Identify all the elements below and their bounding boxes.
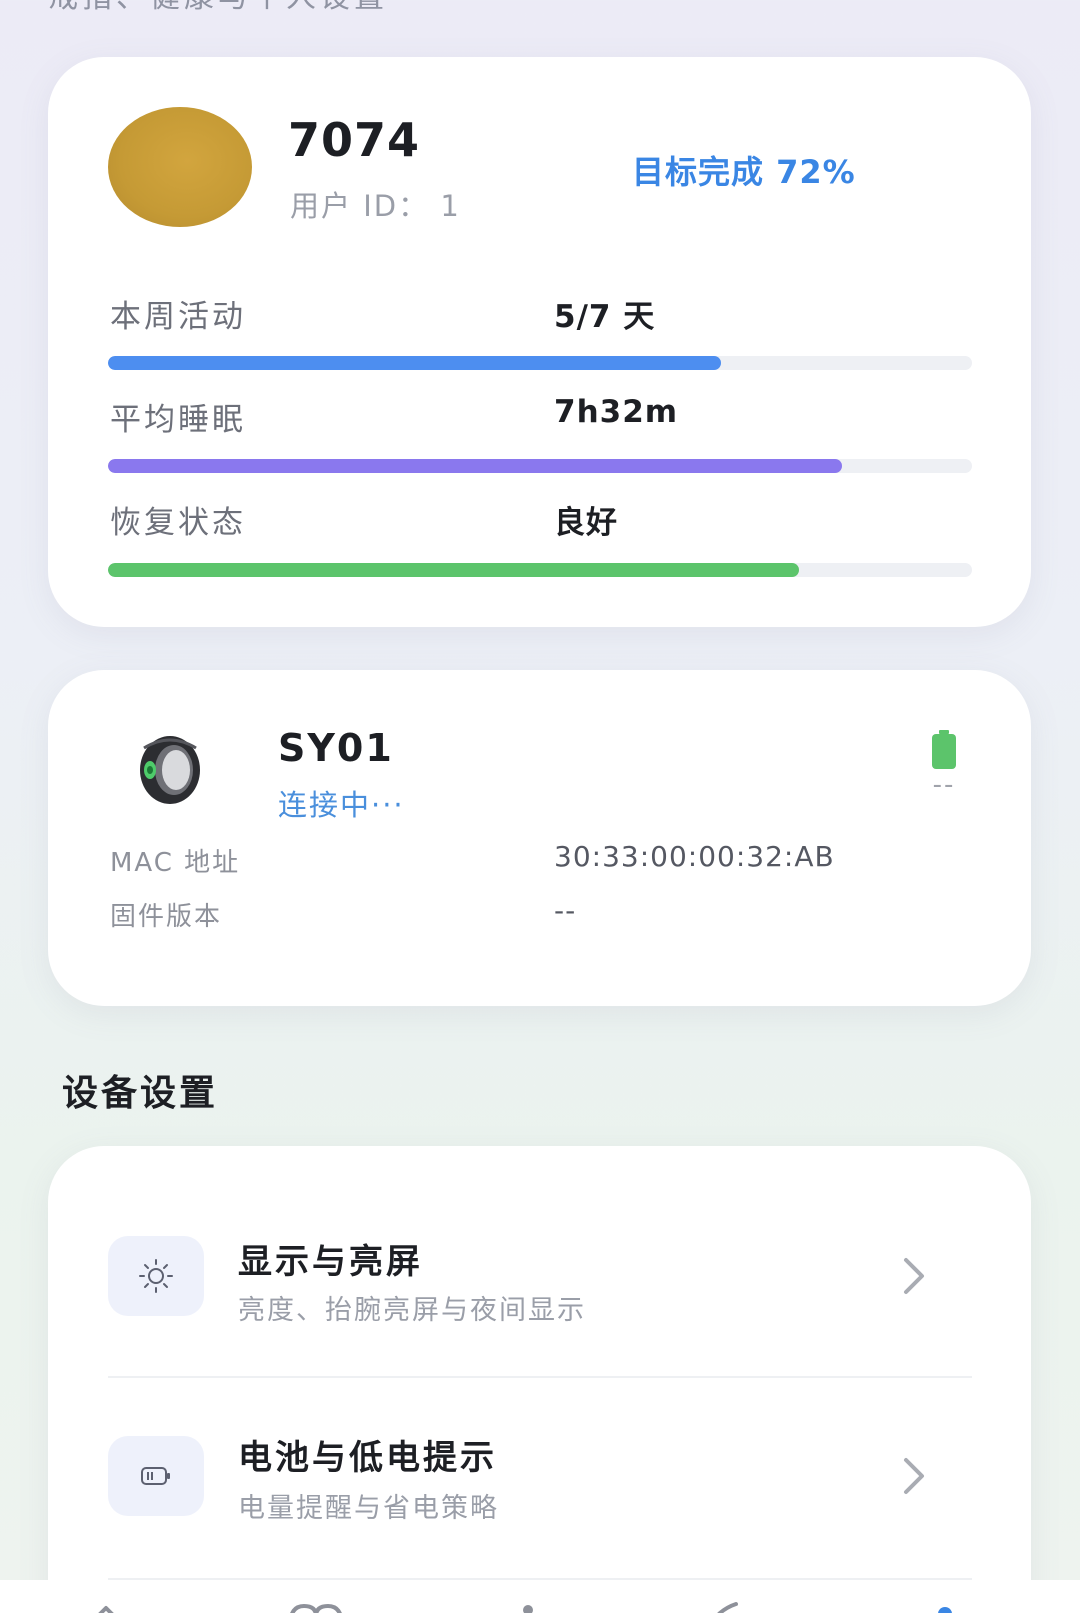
chevron-right-icon: [904, 1258, 924, 1294]
sleep-progress-fill: [108, 459, 843, 473]
recovery-progress-bar: [108, 563, 972, 577]
device-card[interactable]: SY01 连接中··· -- MAC 地址 30:33:00:00:32:AB …: [48, 670, 1031, 1006]
ring-icon: [140, 736, 200, 804]
setting-desc-display: 亮度、抬腕亮屏与夜间显示: [238, 1295, 586, 1326]
setting-title-battery: 电池与低电提示: [238, 1438, 497, 1478]
stat-value-recovery: 良好: [554, 505, 618, 541]
setting-desc-battery: 电量提醒与省电策略: [238, 1493, 499, 1524]
avatar[interactable]: [108, 107, 252, 227]
firmware-version-value: --: [554, 894, 577, 927]
stat-label-recovery: 恢复状态: [110, 505, 246, 541]
activity-icon[interactable]: [518, 1600, 538, 1613]
setting-row-battery[interactable]: 电池与低电提示 电量提醒与省电策略: [48, 1378, 1031, 1578]
stat-label-sleep: 平均睡眠: [110, 402, 246, 438]
home-icon[interactable]: [86, 1600, 126, 1613]
stat-label-activity: 本周活动: [110, 299, 246, 335]
profile-icon[interactable]: [930, 1600, 960, 1613]
recovery-progress-fill: [108, 563, 800, 577]
username: 7074: [288, 113, 421, 167]
chevron-right-icon: [904, 1458, 924, 1494]
firmware-version-label: 固件版本: [110, 902, 223, 932]
activity-progress-bar: [108, 356, 972, 370]
sleep-progress-bar: [108, 459, 972, 473]
bottom-tab-bar: [0, 1580, 1080, 1613]
activity-progress-fill: [108, 356, 722, 370]
mac-address-value: 30:33:00:00:32:AB: [554, 840, 835, 873]
mac-address-label: MAC 地址: [110, 848, 241, 878]
user-id: 用户 ID： 1: [290, 189, 461, 223]
connection-status: 连接中···: [278, 788, 405, 822]
goal-completion: 目标完成 72%: [632, 153, 856, 191]
profile-card: 7074 用户 ID： 1 目标完成 72% 本周活动 5/7 天 平均睡眠 7…: [48, 57, 1031, 627]
setting-title-display: 显示与亮屏: [238, 1242, 423, 1282]
settings-card: 显示与亮屏 亮度、抬腕亮屏与夜间显示 电池与低电提示 电量提醒与省电策略: [48, 1146, 1031, 1613]
section-title-device-settings: 设备设置: [62, 1073, 219, 1114]
heart-icon[interactable]: [284, 1600, 348, 1613]
device-name: SY01: [278, 726, 394, 770]
setting-row-display[interactable]: 显示与亮屏 亮度、抬腕亮屏与夜间显示: [48, 1176, 1031, 1376]
stat-value-sleep: 7h32m: [554, 394, 679, 430]
battery-setting-icon: [108, 1436, 204, 1516]
brightness-icon: [108, 1236, 204, 1316]
sleep-icon[interactable]: [700, 1600, 740, 1613]
page-subtitle: 戒指、健康与个人设置: [48, 0, 388, 16]
battery-percent: --: [932, 770, 956, 800]
battery-icon: [932, 730, 956, 769]
stat-value-activity: 5/7 天: [554, 299, 656, 335]
